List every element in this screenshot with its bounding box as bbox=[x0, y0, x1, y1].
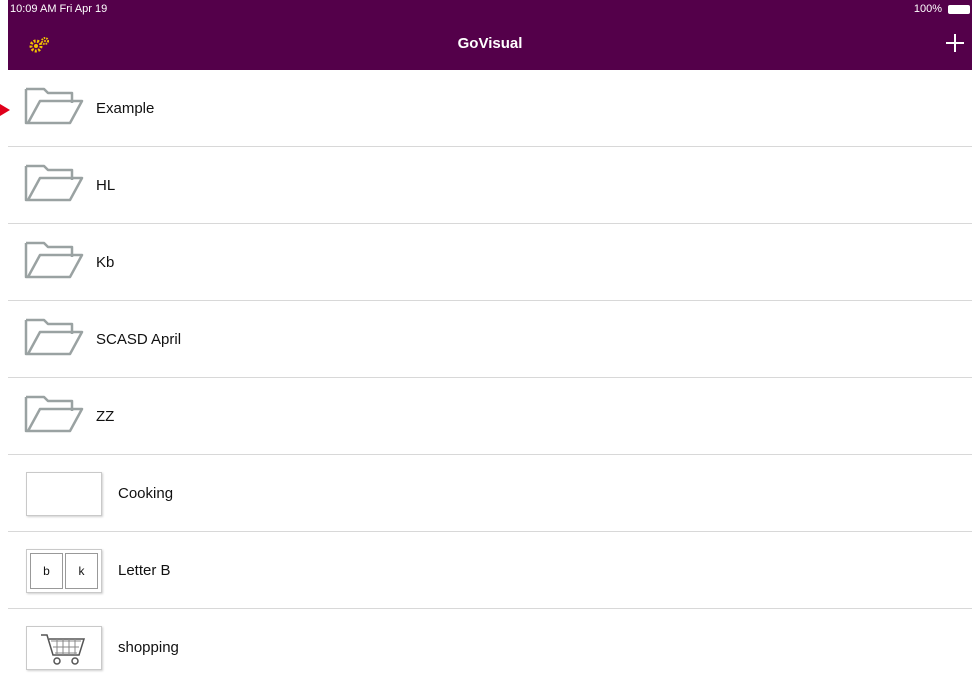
item-label: Cooking bbox=[118, 485, 174, 502]
list-item-letter-b[interactable]: b k Letter B bbox=[8, 532, 972, 609]
board-thumbnail bbox=[26, 626, 102, 670]
board-thumbnail: b k bbox=[26, 549, 102, 593]
folder-icon bbox=[24, 241, 84, 279]
nav-bar: GoVisual bbox=[8, 18, 972, 70]
app-screen: 10:09 AM Fri Apr 19 100% GoVisual Exampl… bbox=[8, 0, 972, 677]
letter-tile: b bbox=[30, 553, 63, 589]
list-item-scasd-april[interactable]: SCASD April bbox=[8, 301, 972, 378]
plus-icon[interactable] bbox=[944, 32, 966, 54]
folder-icon bbox=[24, 87, 84, 125]
shopping-cart-icon bbox=[41, 634, 86, 665]
item-label: Example bbox=[96, 100, 155, 117]
item-label: Letter B bbox=[118, 562, 171, 579]
board-thumbnail bbox=[26, 472, 102, 516]
letter-tile: k bbox=[65, 553, 98, 589]
item-label: Kb bbox=[96, 254, 115, 271]
battery-icon bbox=[948, 5, 970, 14]
pointer-arrow-icon bbox=[0, 104, 10, 116]
item-label: ZZ bbox=[96, 408, 115, 425]
battery-percent: 100% bbox=[913, 3, 942, 15]
board-list: Example HL Kb SCASD April ZZ Cooking b k… bbox=[8, 70, 972, 677]
item-label: shopping bbox=[118, 639, 179, 656]
list-item-cooking[interactable]: Cooking bbox=[8, 455, 972, 532]
folder-icon bbox=[24, 164, 84, 202]
list-item-hl[interactable]: HL bbox=[8, 147, 972, 224]
item-label: HL bbox=[96, 177, 116, 194]
list-item-zz[interactable]: ZZ bbox=[8, 378, 972, 455]
list-item-shopping[interactable]: shopping bbox=[8, 609, 972, 677]
list-item-example[interactable]: Example bbox=[8, 70, 972, 147]
list-item-kb[interactable]: Kb bbox=[8, 224, 972, 301]
folder-icon bbox=[24, 395, 84, 433]
page-title: GoVisual bbox=[457, 35, 523, 52]
item-label: SCASD April bbox=[96, 331, 182, 348]
status-bar: 10:09 AM Fri Apr 19 100% bbox=[8, 0, 972, 18]
folder-icon bbox=[24, 318, 84, 356]
status-time: 10:09 AM Fri Apr 19 bbox=[10, 3, 108, 15]
